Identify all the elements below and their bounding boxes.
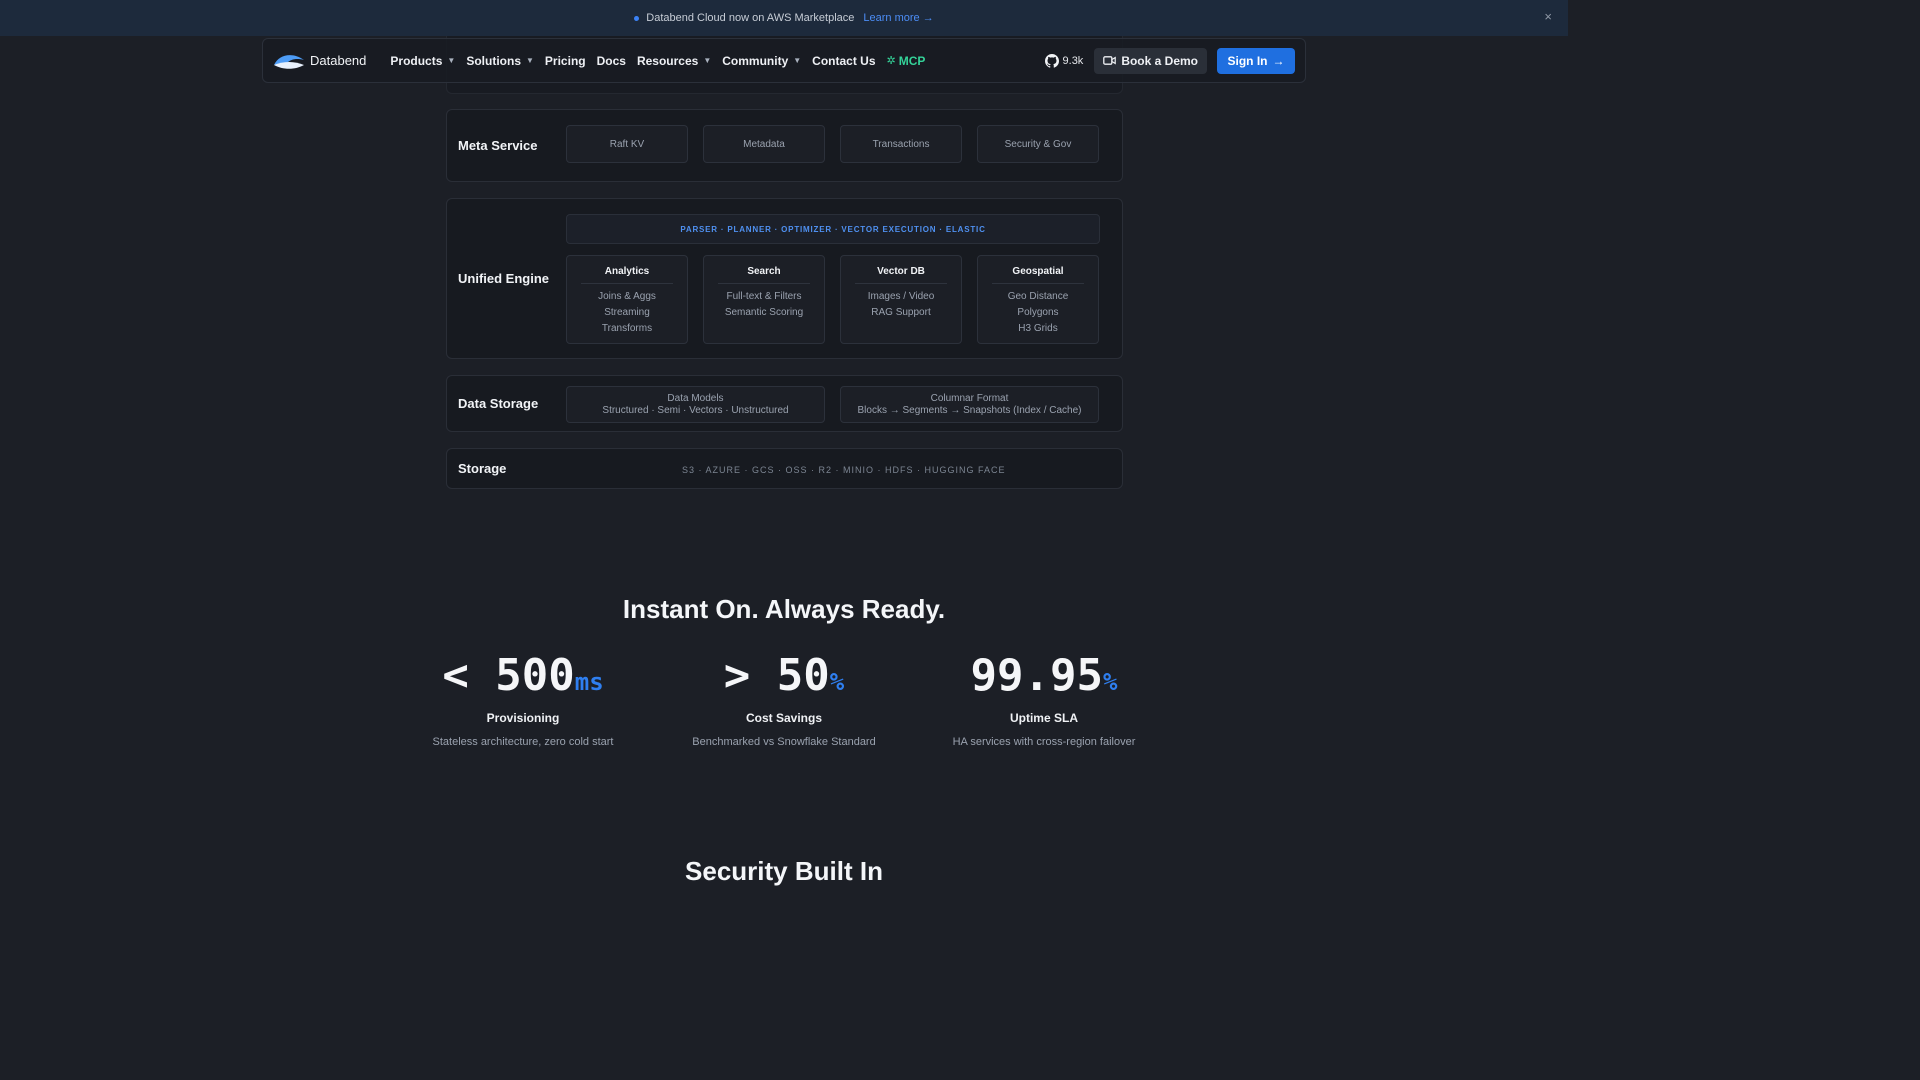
nav-label: Community <box>722 53 789 68</box>
stat-description: HA services with cross-region failover <box>952 736 1136 748</box>
nav-label: Products <box>390 53 443 68</box>
engine-pipeline-bar: PARSER · PLANNER · OPTIMIZER · VECTOR EX… <box>566 214 1100 244</box>
card-line: Joins & Aggs <box>598 291 656 302</box>
layer-title: Data Storage <box>458 396 539 411</box>
card-line: Images / Video <box>867 291 935 302</box>
storage-providers: S3 · AZURE · GCS · OSS · R2 · MINIO · HD… <box>682 465 1006 475</box>
book-demo-label: Book a Demo <box>1121 53 1198 68</box>
cell-subtitle: Structured · Semi · Vectors · Unstructur… <box>602 405 789 416</box>
storage-layer: Storage S3 · AZURE · GCS · OSS · R2 · MI… <box>446 448 1123 489</box>
nav-community[interactable]: Community ▼ <box>722 54 801 68</box>
navbar: Databend Products ▼ Solutions ▼ Pricing Do… <box>262 38 1306 83</box>
nav-label: MCP <box>898 53 926 68</box>
stat-unit: ms <box>574 668 604 696</box>
meta-cell: Raft KV <box>566 125 688 163</box>
brand-name: Databend <box>310 53 367 68</box>
security-section-title: Security Built In <box>685 856 883 886</box>
nav-resources[interactable]: Resources ▼ <box>637 54 711 68</box>
video-camera-icon <box>1103 56 1117 65</box>
sign-in-label: Sign In <box>1227 53 1268 68</box>
meta-cell: Transactions <box>840 125 962 163</box>
github-stars-link[interactable]: 9.3k <box>1044 53 1084 68</box>
card-line: H3 Grids <box>1018 323 1058 334</box>
close-icon[interactable]: × <box>1544 9 1552 24</box>
databend-logo-icon <box>274 54 304 69</box>
stat-label: Cost Savings <box>745 711 823 725</box>
chevron-down-icon: ▼ <box>526 56 534 65</box>
stat-provisioning: < 500ms Provisioning Stateless architect… <box>393 650 653 748</box>
sparkle-icon: ✲ <box>886 55 896 67</box>
nav-products[interactable]: Products ▼ <box>390 54 455 68</box>
chevron-down-icon: ▼ <box>793 56 802 65</box>
stats-section-title: Instant On. Always Ready. <box>622 594 946 624</box>
meta-cell: Metadata <box>703 125 825 163</box>
card-line: Geo Distance <box>1007 291 1069 302</box>
chevron-down-icon: ▼ <box>703 56 712 65</box>
cell-subtitle: Blocks → Segments → Snapshots (Index / C… <box>857 405 1082 416</box>
stat-description: Stateless architecture, zero cold start <box>432 736 614 748</box>
brand-logo[interactable]: Databend <box>273 52 366 70</box>
engine-card-analytics: Analytics Joins & Aggs Streaming Transfo… <box>566 255 688 344</box>
engine-card-geospatial: Geospatial Geo Distance Polygons H3 Grid… <box>977 255 1099 344</box>
nav-label: Solutions <box>466 53 521 68</box>
card-line: Transforms <box>601 323 653 334</box>
data-models-cell: Data Models Structured · Semi · Vectors … <box>566 386 825 423</box>
stat-value: < 500 <box>442 650 575 701</box>
card-line: Full-text & Filters <box>726 291 802 302</box>
card-title: Vector DB <box>855 266 947 284</box>
stat-unit: % <box>829 668 845 696</box>
book-demo-button[interactable]: Book a Demo <box>1094 47 1207 74</box>
unified-engine-layer: Unified Engine PARSER · PLANNER · OPTIMI… <box>446 198 1123 359</box>
card-line: Streaming <box>604 307 650 318</box>
sign-in-button[interactable]: Sign In → <box>1217 47 1295 74</box>
cell-title: Columnar Format <box>930 393 1009 404</box>
nav-docs[interactable]: Docs <box>597 54 626 68</box>
data-storage-layer: Data Storage Data Models Structured · Se… <box>446 375 1123 432</box>
learn-more-link[interactable]: Learn more → <box>863 12 933 24</box>
arrow-right-icon: → <box>1272 53 1285 68</box>
card-line: RAG Support <box>871 307 931 318</box>
engine-card-vector-db: Vector DB Images / Video RAG Support <box>840 255 962 344</box>
engine-card-search: Search Full-text & Filters Semantic Scor… <box>703 255 825 344</box>
github-star-count: 9.3k <box>1062 54 1084 67</box>
nav-pricing[interactable]: Pricing <box>545 54 586 68</box>
banner-text: Databend Cloud now on AWS Marketplace <box>646 12 855 24</box>
card-title: Search <box>718 266 810 284</box>
stat-value: 99.95 <box>970 650 1103 701</box>
meta-cell: Security & Gov <box>977 125 1099 163</box>
card-title: Geospatial <box>992 266 1084 284</box>
stat-cost-savings: > 50% Cost Savings Benchmarked vs Snowfl… <box>654 650 914 748</box>
nav-label: Pricing <box>544 53 586 68</box>
layer-title: Unified Engine <box>458 271 549 286</box>
cell-title: Data Models <box>667 393 724 404</box>
stat-label: Provisioning <box>486 711 560 725</box>
card-line: Semantic Scoring <box>724 307 804 318</box>
nav-mcp[interactable]: ✲ MCP <box>887 54 926 68</box>
nav-actions: 9.3k Book a Demo Sign In → <box>1044 47 1295 74</box>
meta-service-layer: Meta Service Raft KV Metadata Transactio… <box>446 109 1123 182</box>
nav-label: Contact Us <box>812 53 876 68</box>
nav-contact-us[interactable]: Contact Us <box>812 54 875 68</box>
stat-unit: % <box>1103 668 1118 696</box>
layer-title: Storage <box>458 461 507 476</box>
dot-icon <box>634 15 640 21</box>
card-title: Analytics <box>581 266 673 284</box>
stat-uptime-sla: 99.95% Uptime SLA HA services with cross… <box>914 650 1174 748</box>
chevron-down-icon: ▼ <box>447 56 456 65</box>
nav-solutions[interactable]: Solutions ▼ <box>466 54 534 68</box>
announcement-banner: Databend Cloud now on AWS Marketplace Le… <box>0 0 1568 36</box>
stat-label: Uptime SLA <box>1009 711 1078 725</box>
github-icon <box>1044 53 1059 68</box>
card-line: Polygons <box>1017 307 1059 318</box>
layer-title: Meta Service <box>458 138 538 153</box>
stat-description: Benchmarked vs Snowflake Standard <box>692 736 876 748</box>
nav-label: Docs <box>596 53 626 68</box>
nav-label: Resources <box>636 53 699 68</box>
stat-value: > 50 <box>723 650 830 701</box>
columnar-format-cell: Columnar Format Blocks → Segments → Snap… <box>840 386 1099 423</box>
